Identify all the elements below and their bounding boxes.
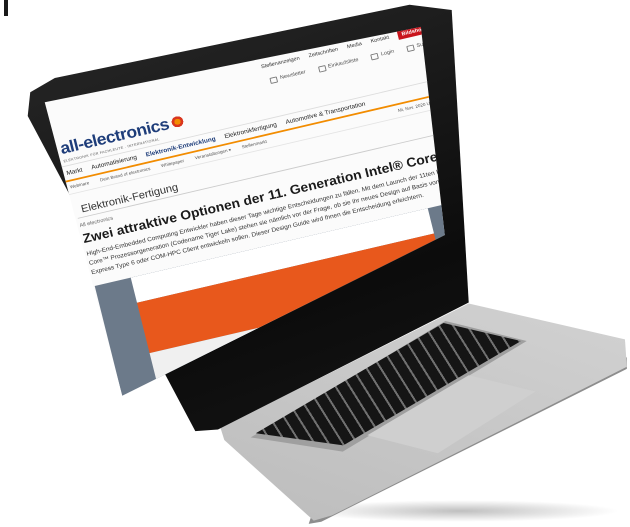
topbar-link[interactable]: Zeitschriften bbox=[308, 47, 339, 59]
list-icon bbox=[317, 64, 327, 73]
topbar-link[interactable]: Kontakt bbox=[370, 35, 390, 44]
nav-item-markt[interactable]: Markt bbox=[66, 167, 83, 177]
laptop-lid: Stellenanzeigen Zeitschriften Media Kont… bbox=[0, 0, 630, 527]
subnav-item[interactable]: Webinare bbox=[70, 181, 90, 191]
logo-dots-icon bbox=[168, 113, 187, 131]
user-icon bbox=[370, 52, 380, 60]
topbar-link[interactable]: Media bbox=[347, 42, 363, 50]
mail-icon bbox=[269, 75, 279, 84]
subnav-item[interactable]: Whitepaper bbox=[161, 159, 185, 169]
search-icon bbox=[406, 44, 415, 52]
